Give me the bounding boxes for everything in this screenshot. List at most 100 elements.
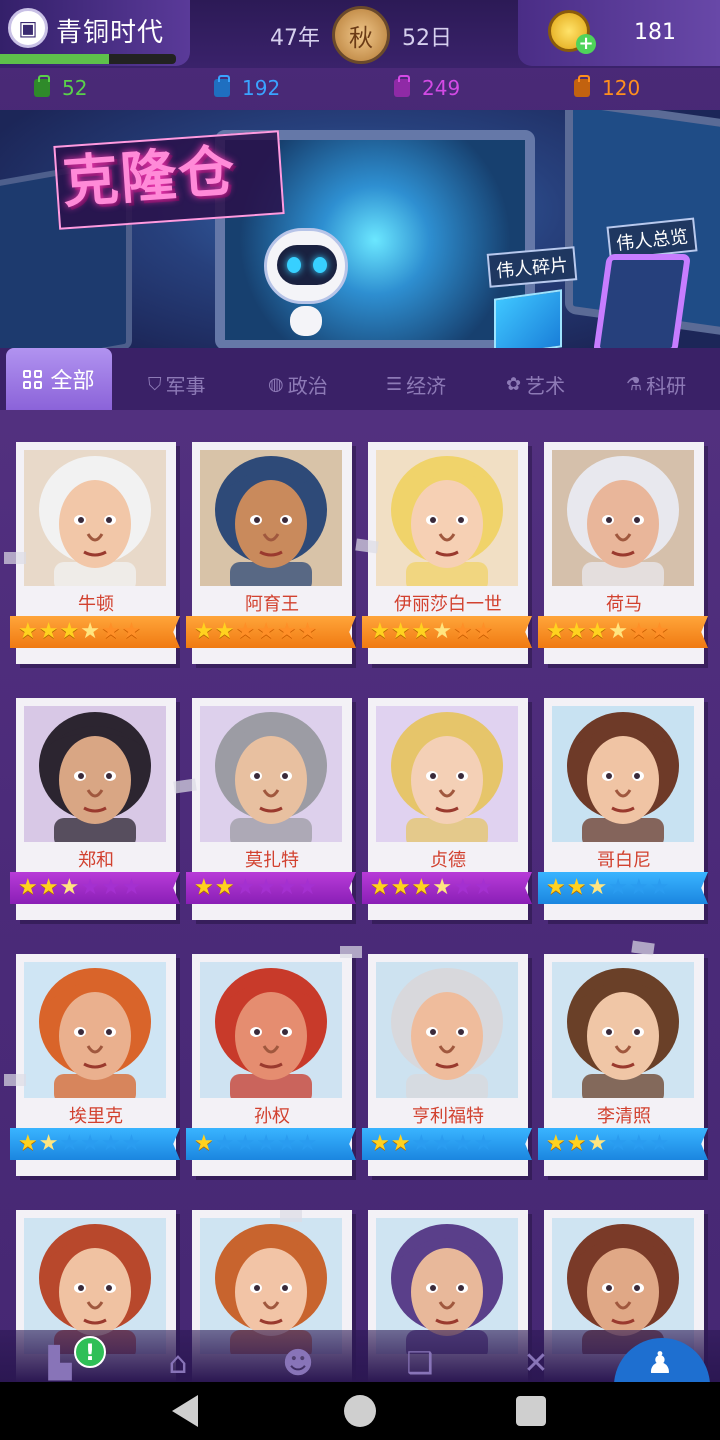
star-icon: ★ — [297, 619, 318, 644]
globe-icon: ◍ — [268, 374, 284, 395]
star-icon: ★ — [608, 875, 628, 900]
book-icon[interactable]: ❑ — [398, 1346, 442, 1382]
star-icon: ★ — [256, 1131, 276, 1156]
hero-name: 郑和 — [78, 850, 114, 871]
star-icon: ★ — [38, 875, 59, 900]
era-panel[interactable]: ▣ 青铜时代 — [0, 0, 190, 66]
star-rating: ★ ★ ★ ★ ★ ★ — [10, 1128, 180, 1160]
coin-panel[interactable]: + 181 — [518, 0, 720, 66]
robot-eye — [287, 257, 301, 273]
tab-label: 经济 — [406, 374, 447, 398]
notification-badge: ! — [74, 1336, 106, 1368]
tape-decoration — [355, 538, 379, 554]
hero-card[interactable]: 荷马 ★ ★ ★ ★ ★ ★ — [538, 442, 708, 664]
era-emblem-icon: ▣ — [8, 8, 48, 48]
person-icon[interactable]: ♟ — [638, 1346, 682, 1382]
hero-portrait — [552, 450, 694, 586]
resource-item: 192 — [214, 75, 280, 100]
resource-item: 52 — [34, 75, 87, 100]
tab-military[interactable]: ⛉ 军事 — [148, 370, 206, 399]
star-icon: ★ — [276, 1131, 297, 1156]
top-bar: ▣ 青铜时代 47年 秋 52日 + 181 — [0, 0, 720, 68]
star-icon: ★ — [121, 1131, 142, 1156]
system-nav-bar — [0, 1382, 720, 1440]
tape-decoration — [340, 946, 362, 958]
star-icon: ★ — [587, 619, 608, 644]
star-icon: ★ — [546, 619, 566, 644]
hero-name: 李清照 — [597, 1106, 651, 1127]
resource-value: 120 — [602, 76, 641, 100]
hero-name: 阿育王 — [245, 594, 299, 615]
recent-apps-icon[interactable] — [516, 1396, 546, 1426]
tab-research[interactable]: ⚗ 科研 — [626, 370, 686, 399]
star-rating: ★ ★ ★ ★ ★ ★ — [538, 872, 708, 904]
hero-name: 孙权 — [254, 1106, 290, 1127]
hero-card[interactable]: 埃里克 ★ ★ ★ ★ ★ ★ — [10, 954, 180, 1176]
star-icon: ★ — [214, 875, 235, 900]
add-coins-icon[interactable]: + — [576, 34, 596, 54]
hero-portrait — [376, 706, 518, 842]
star-icon: ★ — [297, 875, 318, 900]
star-icon: ★ — [370, 1131, 390, 1156]
star-rating: ★ ★ ★ ★ ★ ★ — [10, 616, 180, 648]
star-icon: ★ — [235, 1131, 256, 1156]
robot-mascot — [264, 228, 348, 304]
bottom-nav — [0, 1330, 720, 1382]
orange-supply-icon — [574, 75, 590, 97]
hero-card[interactable]: 哥白尼 ★ ★ ★ ★ ★ ★ — [538, 698, 708, 920]
hero-card[interactable]: 阿育王 ★ ★ ★ ★ ★ ★ — [186, 442, 356, 664]
star-icon: ★ — [411, 1131, 432, 1156]
tab-economy[interactable]: ☰ 经济 — [386, 370, 446, 399]
robot-face — [277, 245, 337, 285]
people-icon[interactable]: ☻ — [276, 1346, 320, 1382]
hero-card[interactable]: 郑和 ★ ★ ★ ★ ★ ★ — [10, 698, 180, 920]
star-icon: ★ — [100, 1131, 121, 1156]
tab-art[interactable]: ✿ 艺术 — [506, 370, 565, 399]
date-year: 47年 — [270, 26, 320, 51]
hero-card[interactable]: 贞德 ★ ★ ★ ★ ★ ★ — [362, 698, 532, 920]
hero-card[interactable]: 李清照 ★ ★ ★ ★ ★ ★ — [538, 954, 708, 1176]
hero-portrait — [200, 706, 342, 842]
hero-card[interactable]: 牛顿 ★ ★ ★ ★ ★ ★ — [10, 442, 180, 664]
overview-frame-button[interactable] — [592, 254, 692, 354]
star-icon: ★ — [370, 619, 390, 644]
star-rating: ★ ★ ★ ★ ★ ★ — [538, 616, 708, 648]
star-icon: ★ — [276, 875, 297, 900]
star-icon: ★ — [194, 619, 214, 644]
star-icon: ★ — [390, 619, 411, 644]
hero-card[interactable]: 孙权 ★ ★ ★ ★ ★ ★ — [186, 954, 356, 1176]
star-icon: ★ — [452, 875, 473, 900]
star-icon: ★ — [649, 619, 670, 644]
season-badge: 秋 — [332, 6, 390, 64]
star-icon: ★ — [80, 619, 100, 644]
hero-portrait — [24, 450, 166, 586]
home-circle-icon[interactable] — [344, 1395, 376, 1427]
star-rating: ★ ★ ★ ★ ★ ★ — [362, 1128, 532, 1160]
star-icon: ★ — [80, 875, 100, 900]
tab-politics[interactable]: ◍ 政治 — [268, 370, 328, 399]
hero-card[interactable]: 亨利福特 ★ ★ ★ ★ ★ ★ — [362, 954, 532, 1176]
hero-name: 亨利福特 — [412, 1106, 484, 1127]
home-icon[interactable]: ⌂ — [156, 1346, 200, 1382]
fragments-box-button[interactable] — [494, 289, 562, 357]
star-icon: ★ — [214, 1131, 235, 1156]
back-icon[interactable] — [172, 1395, 198, 1427]
star-icon: ★ — [452, 619, 473, 644]
star-icon: ★ — [566, 875, 587, 900]
star-icon: ★ — [194, 1131, 214, 1156]
star-icon: ★ — [256, 619, 276, 644]
star-icon: ★ — [390, 875, 411, 900]
hero-name: 贞德 — [430, 850, 466, 871]
hero-card[interactable]: 莫扎特 ★ ★ ★ ★ ★ ★ — [186, 698, 356, 920]
ribbon-icon[interactable]: ✕ — [514, 1346, 558, 1382]
star-icon: ★ — [121, 875, 142, 900]
hero-portrait — [376, 450, 518, 586]
star-rating: ★ ★ ★ ★ ★ ★ — [186, 872, 356, 904]
hero-name: 埃里克 — [69, 1106, 123, 1127]
star-icon: ★ — [38, 1131, 59, 1156]
clone-bay-banner: 克隆仓 伟人碎片 伟人总览 — [0, 110, 720, 360]
star-icon: ★ — [452, 1131, 473, 1156]
hero-card[interactable]: 伊丽莎白一世 ★ ★ ★ ★ ★ ★ — [362, 442, 532, 664]
tab-all[interactable]: 全部 — [6, 348, 112, 410]
star-icon: ★ — [59, 875, 80, 900]
